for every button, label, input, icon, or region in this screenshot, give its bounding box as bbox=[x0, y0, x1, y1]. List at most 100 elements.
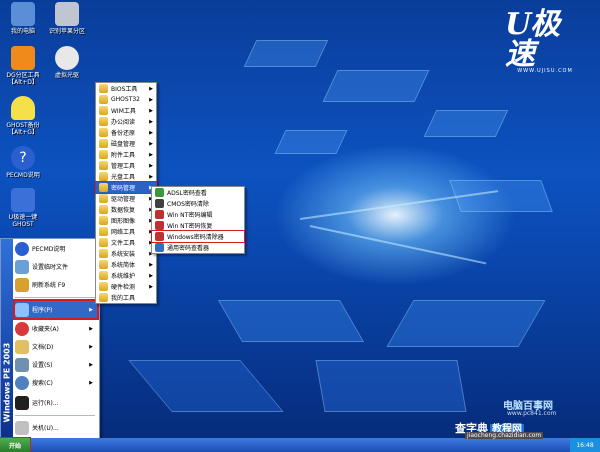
apple-drive-icon bbox=[55, 2, 79, 26]
folder-icon bbox=[99, 106, 108, 115]
programs-menu-item[interactable]: 我的工具 bbox=[96, 292, 156, 303]
taskbar: 开始 16:48 bbox=[0, 437, 600, 452]
chevron-right-icon: ▶ bbox=[149, 85, 153, 92]
programs-menu-item[interactable]: 办公阅读 ▶ bbox=[96, 116, 156, 127]
start-menu-separator bbox=[15, 297, 95, 298]
folder-icon bbox=[99, 95, 108, 104]
desktop-icon-pecmd[interactable]: ? PECMD说明 bbox=[0, 146, 46, 179]
start-item-pecmd[interactable]: PECMD说明 bbox=[15, 240, 97, 257]
start-menu-separator bbox=[15, 415, 95, 416]
password-viewer-icon bbox=[155, 243, 164, 252]
programs-menu-item[interactable]: 文件工具▶ bbox=[96, 237, 156, 248]
programs-menu-item[interactable]: 管理工具 ▶ bbox=[96, 160, 156, 171]
refresh-icon bbox=[15, 277, 29, 292]
start-menu-sidebar: Windows PE 2003 bbox=[1, 239, 13, 439]
start-item-favorites[interactable]: 收藏夹(A) ▶ bbox=[15, 320, 97, 337]
password-submenu: ADSL密码查看 CMOS密码清除 Win NT密码编辑 Win NT密码恢复 Wind… bbox=[151, 186, 245, 254]
programs-menu-item[interactable]: BIOS工具 ▶ bbox=[96, 83, 156, 94]
start-button[interactable]: 开始 bbox=[0, 437, 31, 452]
programs-menu-item[interactable]: 图形图像▶ bbox=[96, 215, 156, 226]
start-menu: Windows PE 2003 PECMD说明 设置临时文件 刷新系统 F9 程… bbox=[0, 238, 100, 440]
folder-icon bbox=[99, 161, 108, 170]
programs-menu-item[interactable]: 磁盘管理 ▶ bbox=[96, 138, 156, 149]
start-item-programs[interactable]: 程序(P) ▶ bbox=[13, 299, 99, 320]
programs-submenu: BIOS工具 ▶ GHOST32 ▶ WIM工具 ▶ 办公阅读 ▶ 备份还原 ▶ 磁盘管理 ▶ 附件工具… bbox=[95, 82, 157, 304]
folder-icon bbox=[99, 183, 108, 192]
desktop-icon-apple-partition[interactable]: 识别苹果分区 bbox=[44, 2, 90, 35]
desktop-icon-diskgenius[interactable]: DG分区工具 【Alt+D】 bbox=[0, 46, 46, 86]
password-menu-item[interactable]: ADSL密码查看 bbox=[152, 187, 244, 198]
programs-icon bbox=[15, 302, 29, 317]
nt-recover-icon bbox=[155, 221, 164, 230]
system-tray-clock[interactable]: 16:48 bbox=[570, 438, 600, 452]
diskgenius-icon bbox=[11, 46, 35, 70]
programs-menu-item[interactable]: 硬件检测 ▶ bbox=[96, 281, 156, 292]
chevron-right-icon: ▶ bbox=[149, 129, 153, 136]
favorites-icon bbox=[15, 321, 29, 336]
folder-icon bbox=[99, 293, 108, 302]
folder-icon bbox=[99, 128, 108, 137]
run-icon bbox=[15, 395, 29, 410]
computer-icon bbox=[11, 2, 35, 26]
password-menu-item[interactable]: CMOS密码清除 bbox=[152, 198, 244, 209]
virtual-cd-icon bbox=[55, 46, 79, 70]
programs-menu-item[interactable]: WIM工具 ▶ bbox=[96, 105, 156, 116]
folder-icon bbox=[99, 227, 108, 236]
folder-icon bbox=[99, 238, 108, 247]
chevron-right-icon: ▶ bbox=[149, 151, 153, 158]
password-menu-item[interactable]: Win NT密码恢复 bbox=[152, 220, 244, 231]
start-item-search[interactable]: 搜索(C) ▶ bbox=[15, 374, 97, 391]
folder-icon bbox=[99, 117, 108, 126]
folder-icon bbox=[99, 139, 108, 148]
desktop-icon-ghost[interactable]: GHOST备份 【Alt+G】 bbox=[0, 96, 46, 136]
programs-menu-item[interactable]: GHOST32 ▶ bbox=[96, 94, 156, 105]
start-item-refresh[interactable]: 刷新系统 F9 bbox=[15, 276, 97, 293]
ghost-icon bbox=[11, 96, 35, 120]
chevron-right-icon: ▶ bbox=[89, 325, 93, 332]
chevron-right-icon: ▶ bbox=[149, 261, 153, 268]
start-item-run[interactable]: 运行(R)... bbox=[15, 394, 97, 411]
desktop-icon-virtual-cd[interactable]: 虚拟光驱 bbox=[44, 46, 90, 79]
folder-icon bbox=[99, 84, 108, 93]
adsl-icon bbox=[155, 188, 164, 197]
folder-icon bbox=[99, 205, 108, 214]
shutdown-icon bbox=[15, 420, 29, 435]
chevron-right-icon: ▶ bbox=[149, 118, 153, 125]
folder-icon bbox=[99, 260, 108, 269]
start-item-documents[interactable]: 文档(D) ▶ bbox=[15, 338, 97, 355]
help-icon: ? bbox=[11, 146, 35, 170]
folder-icon bbox=[99, 271, 108, 280]
chevron-right-icon: ▶ bbox=[149, 162, 153, 169]
desktop-icon-computer[interactable]: 我的电脑 bbox=[0, 2, 46, 35]
chevron-right-icon: ▶ bbox=[149, 173, 153, 180]
watermark: 电脑百事网 www.pc841.com 查字典 教程网 jiaocheng.cha… bbox=[455, 401, 557, 439]
chevron-right-icon: ▶ bbox=[89, 343, 93, 350]
chevron-right-icon: ▶ bbox=[149, 96, 153, 103]
documents-icon bbox=[15, 339, 29, 354]
folder-icon bbox=[99, 216, 108, 225]
programs-menu-item[interactable]: 光盘工具 ▶ bbox=[96, 171, 156, 182]
password-menu-item[interactable]: Windows密码清除器 bbox=[151, 230, 245, 243]
folder-icon bbox=[99, 282, 108, 291]
brand-logo: U极速 WWW.UJISU.COM bbox=[505, 7, 573, 75]
programs-menu-item[interactable]: 数据恢复▶ bbox=[96, 204, 156, 215]
programs-menu-item[interactable]: 备份还原 ▶ bbox=[96, 127, 156, 138]
password-menu-item[interactable]: Win NT密码编辑 bbox=[152, 209, 244, 220]
folder-icon bbox=[99, 194, 108, 203]
password-menu-item[interactable]: 通用密码查看器 bbox=[152, 242, 244, 253]
start-item-settings[interactable]: 设置(S) ▶ bbox=[15, 356, 97, 373]
chevron-right-icon: ▶ bbox=[149, 140, 153, 147]
programs-menu-item[interactable]: 系统维护 ▶ bbox=[96, 270, 156, 281]
programs-menu-item[interactable]: 附件工具 ▶ bbox=[96, 149, 156, 160]
programs-menu-item[interactable]: 网络工具▶ bbox=[96, 226, 156, 237]
password-cleaner-icon bbox=[155, 232, 164, 241]
chevron-right-icon: ▶ bbox=[149, 283, 153, 290]
start-item-temp-file[interactable]: 设置临时文件 bbox=[15, 258, 97, 275]
desktop-icon-ujisu-ghost[interactable]: U极速一键 GHOST bbox=[0, 188, 46, 228]
start-item-shutdown[interactable]: 关机(U)... bbox=[15, 419, 97, 436]
programs-menu-item[interactable]: 密码管理▶ bbox=[95, 181, 157, 194]
nt-edit-icon bbox=[155, 210, 164, 219]
programs-menu-item[interactable]: 系统简体 ▶ bbox=[96, 259, 156, 270]
programs-menu-item[interactable]: 系统安装▶ bbox=[96, 248, 156, 259]
programs-menu-item[interactable]: 驱动管理▶ bbox=[96, 193, 156, 204]
